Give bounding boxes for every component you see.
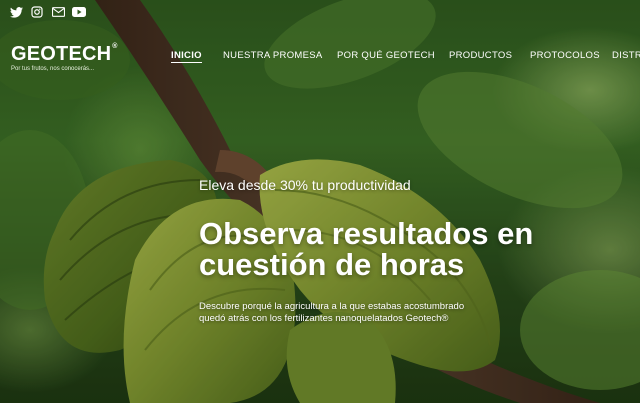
- hero-headline: Observa resultados en cuestión de horas: [199, 218, 619, 280]
- instagram-icon[interactable]: [30, 6, 44, 18]
- twitter-icon[interactable]: [9, 6, 23, 18]
- nav-item-inicio[interactable]: INICIO: [171, 50, 202, 63]
- hero-headline-line1: Observa resultados en: [199, 216, 534, 251]
- nav-item-protocolos[interactable]: PROTOCOLOS: [530, 50, 600, 61]
- nav-item-por-que-geotech[interactable]: POR QUÉ GEOTECH: [337, 50, 435, 61]
- social-bar: [0, 0, 640, 24]
- logo-tagline: Por tus frutos, nos conocerás...: [11, 66, 95, 72]
- nav-item-distribuidores[interactable]: DISTR: [612, 50, 640, 61]
- email-icon[interactable]: [51, 6, 65, 18]
- main-nav: INICIO NUESTRA PROMESA POR QUÉ GEOTECH P…: [0, 50, 640, 66]
- nav-item-nuestra-promesa[interactable]: NUESTRA PROMESA: [223, 50, 323, 61]
- hero-headline-line2: cuestión de horas: [199, 247, 465, 282]
- hero-description: Descubre porqué la agricultura a la que …: [199, 301, 465, 324]
- youtube-icon[interactable]: [72, 6, 86, 18]
- nav-item-productos[interactable]: PRODUCTOS: [449, 50, 512, 61]
- hero-kicker: Eleva desde 30% tu productividad: [199, 177, 411, 193]
